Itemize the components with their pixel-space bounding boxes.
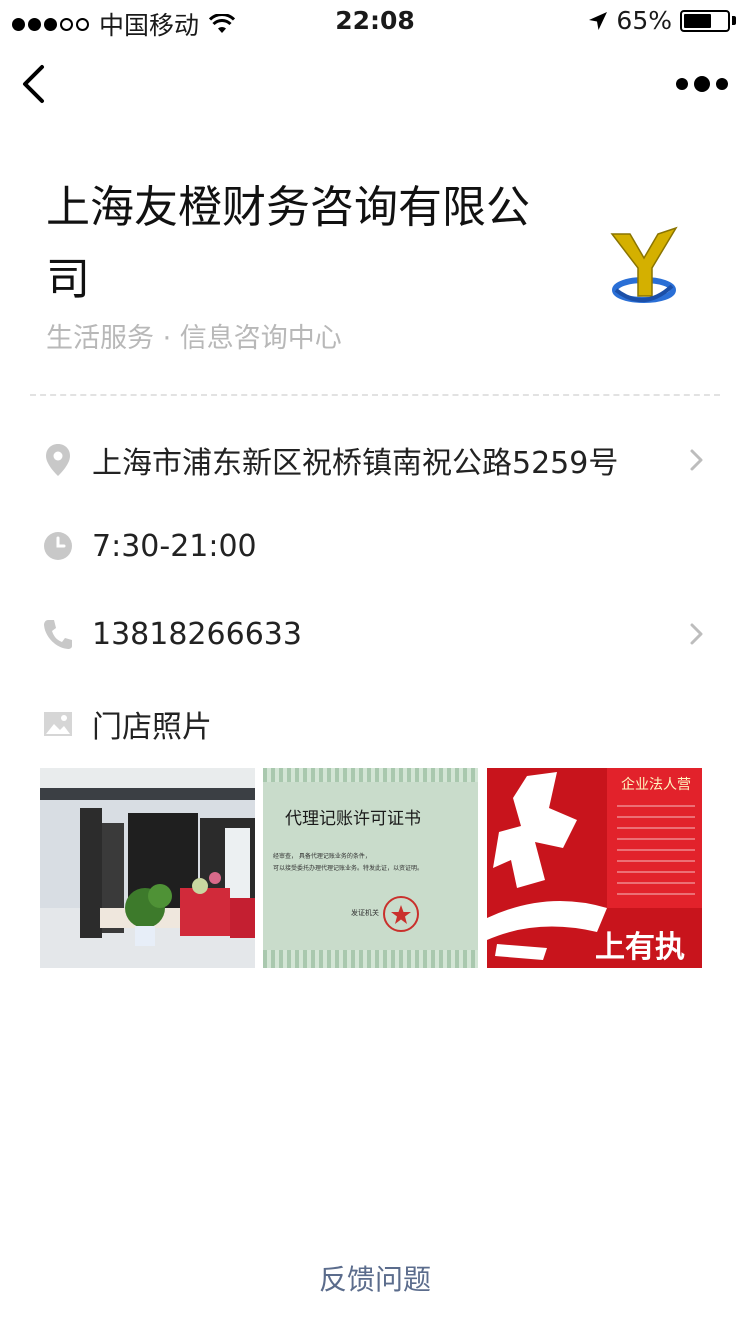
more-dot-icon: [676, 78, 688, 90]
store-photo-certificate[interactable]: 代理记账许可证书 经审查， 具备代理记账业务的条件， 可以接受委托办理代理记账业…: [263, 768, 478, 968]
back-button[interactable]: [14, 60, 54, 108]
location-pin-icon: [40, 442, 76, 478]
section-divider: [30, 394, 720, 396]
business-category: 生活服务 · 信息咨询中心: [46, 323, 342, 354]
status-right: 65%: [588, 6, 736, 35]
license-slogan: 上有执: [595, 930, 685, 965]
status-bar: 中国移动 22:08 65%: [0, 0, 750, 40]
phone-number: 13818266633: [92, 616, 302, 652]
photos-label: 门店照片: [92, 710, 212, 745]
license-header: 企业法人营: [621, 777, 691, 793]
address-row[interactable]: 上海市浦东新区祝桥镇南祝公路5259号: [0, 430, 750, 490]
license-panel: 企业法人营: [607, 768, 702, 908]
certificate-border: [263, 768, 478, 782]
certificate-body-1: 经审查， 具备代理记账业务的条件，: [273, 853, 371, 860]
business-name: 上海友橙财务咨询有限公司: [46, 182, 530, 305]
chevron-right-icon: [690, 449, 703, 471]
clock-icon: [40, 528, 76, 564]
more-options-button[interactable]: [676, 72, 728, 96]
certificate-issuer: 发证机关: [351, 909, 379, 917]
battery-icon: [680, 9, 730, 32]
phone-row[interactable]: 13818266633: [0, 604, 750, 664]
battery-percent: 65%: [616, 6, 672, 35]
chevron-right-icon: [690, 623, 703, 645]
image-icon: [40, 706, 76, 742]
license-text-lines: [617, 796, 695, 896]
battery-tip: [732, 16, 736, 25]
office-interior-image: [40, 768, 255, 968]
more-dot-icon: [716, 78, 728, 90]
business-logo: [610, 226, 678, 303]
store-photo-license[interactable]: 企业法人营 上有执: [487, 768, 702, 968]
chevron-left-icon: [23, 65, 44, 103]
address-text: 上海市浦东新区祝桥镇南祝公路5259号: [92, 446, 619, 481]
feedback-link[interactable]: 反馈问题: [0, 1258, 750, 1298]
more-dot-icon: [694, 76, 710, 92]
official-seal-icon: [383, 896, 419, 932]
phone-icon: [40, 616, 76, 652]
certificate-body-2: 可以接受委托办理代理记账业务。特发此证，以资证明。: [273, 865, 424, 872]
photos-row: 门店照片: [0, 694, 750, 754]
battery-level: [684, 13, 711, 28]
certificate-border: [263, 950, 478, 968]
store-photo-office[interactable]: [40, 768, 255, 968]
hours-row: 7:30-21:00: [0, 516, 750, 576]
location-arrow-icon: [589, 11, 608, 30]
certificate-title: 代理记账许可证书: [285, 809, 421, 829]
business-hours: 7:30-21:00: [92, 528, 257, 564]
